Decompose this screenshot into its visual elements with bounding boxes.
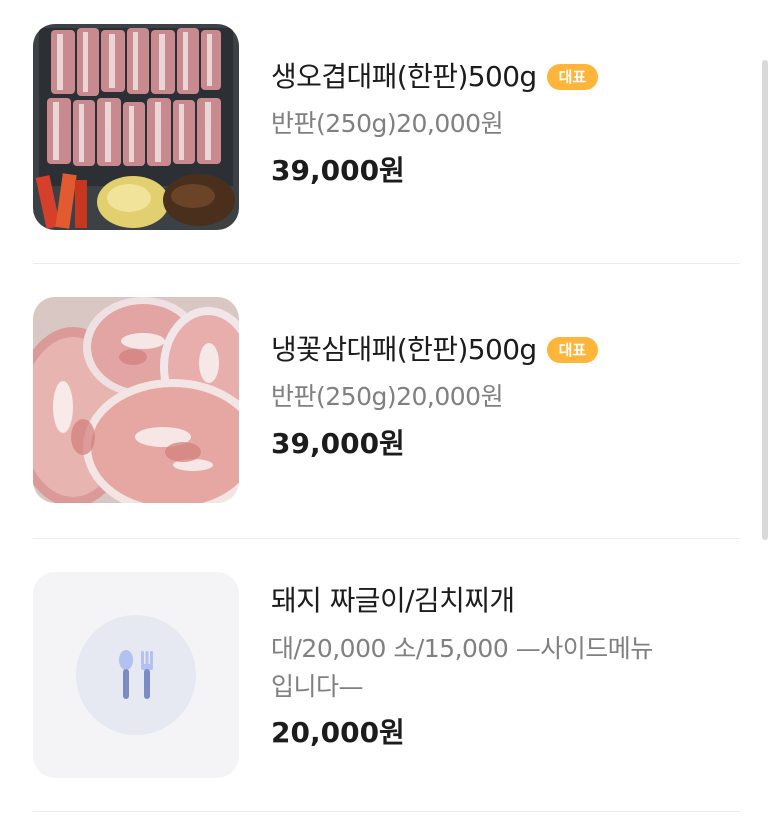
menu-item[interactable]: 돼지 짜글이/김치찌개 대/20,000 소/15,000 —사이드메뉴 입니다…: [33, 572, 740, 778]
menu-item-name-row: 냉꽃삼대패(한판)500g 대표: [271, 333, 740, 367]
utensils-icon: [119, 650, 153, 699]
menu-item-name: 돼지 짜글이/김치찌개: [271, 584, 515, 617]
menu-item-description: 반판(250g)20,000원: [271, 382, 504, 411]
menu-item-description: 반판(250g)20,000원: [271, 109, 504, 138]
menu-item-price: 39,000원: [271, 427, 405, 460]
menu-item-description-line: 대/20,000 소/15,000 —사이드메뉴: [271, 634, 653, 663]
signature-badge: 대표: [546, 337, 599, 363]
menu-item-price: 20,000원: [271, 716, 405, 749]
menu-item-name-row: 생오겹대패(한판)500g 대표: [271, 60, 740, 94]
divider: [33, 263, 740, 264]
signature-badge: 대표: [546, 64, 599, 90]
menu-item[interactable]: 냉꽃삼대패(한판)500g 대표 반판(250g)20,000원 39,000원: [33, 297, 740, 503]
menu-item-name: 생오겹대패(한판)500g: [271, 60, 537, 93]
menu-item-description: 대/20,000 소/15,000 —사이드메뉴 입니다—: [271, 630, 740, 706]
menu-item[interactable]: 생오겹대패(한판)500g 대표 반판(250g)20,000원 39,000원: [33, 24, 740, 230]
menu-item-info: 냉꽃삼대패(한판)500g 대표 반판(250g)20,000원 39,000원: [271, 333, 740, 461]
divider: [33, 538, 740, 539]
menu-item-name: 냉꽃삼대패(한판)500g: [271, 333, 537, 366]
divider: [33, 811, 740, 812]
pork-belly-photo: [33, 24, 239, 230]
menu-item-price: 39,000원: [271, 154, 405, 187]
menu-item-name-row: 돼지 짜글이/김치찌개: [271, 584, 740, 618]
menu-item-info: 돼지 짜글이/김치찌개 대/20,000 소/15,000 —사이드메뉴 입니다…: [271, 584, 740, 750]
menu-list: 생오겹대패(한판)500g 대표 반판(250g)20,000원 39,000원: [0, 0, 773, 821]
frozen-pork-photo: [33, 297, 239, 503]
menu-item-description-line: 입니다—: [271, 672, 364, 701]
scrollbar[interactable]: [762, 60, 768, 540]
menu-item-info: 생오겹대패(한판)500g 대표 반판(250g)20,000원 39,000원: [271, 60, 740, 188]
image-placeholder: [33, 572, 239, 778]
